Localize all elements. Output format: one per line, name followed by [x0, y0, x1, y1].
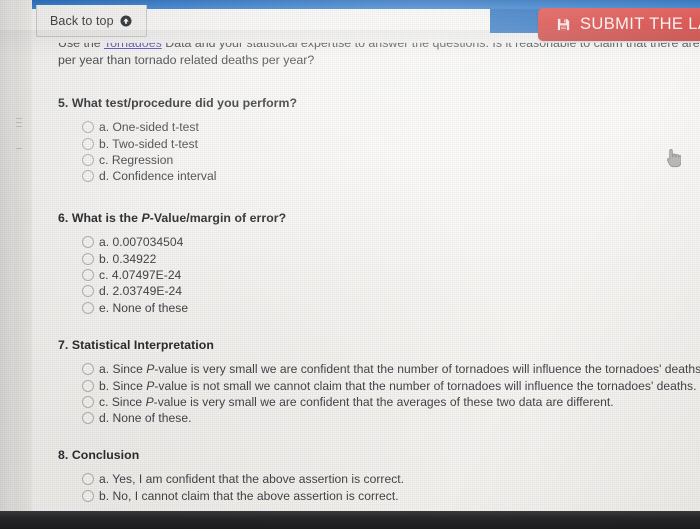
question-5: 5. What test/procedure did you perform? …	[58, 96, 297, 185]
radio-icon[interactable]	[82, 268, 94, 281]
radio-icon[interactable]	[82, 170, 94, 183]
option-label: a. Since P-value is very small we are co…	[99, 362, 700, 377]
pointing-hand-cursor	[665, 148, 682, 168]
option-row[interactable]: d. 2.03749E-24	[82, 283, 286, 299]
option-row[interactable]: b. 0.34922	[82, 250, 286, 266]
question-8-options: a. Yes, I am confident that the above as…	[58, 471, 404, 504]
radio-icon[interactable]	[82, 379, 94, 392]
sticky-action-bar: Back to top SUBMIT THE LAB	[32, 5, 700, 41]
radio-icon[interactable]	[82, 252, 94, 265]
radio-icon[interactable]	[82, 473, 94, 486]
option-label: b. No, I cannot claim that the above ass…	[99, 488, 399, 503]
question-6-title: 6. What is the P-Value/margin of error?	[58, 211, 287, 225]
radio-icon[interactable]	[82, 285, 94, 298]
option-label: c. Regression	[99, 152, 174, 167]
option-label: b. Two-sided t-test	[99, 136, 198, 151]
question-8: 8. Conclusion a. Yes, I am confident tha…	[58, 448, 404, 504]
back-to-top-button[interactable]: Back to top	[36, 5, 147, 37]
option-label: e. None of these	[99, 300, 189, 315]
radio-icon[interactable]	[82, 489, 94, 502]
option-row[interactable]: e. None of these	[82, 300, 286, 316]
option-label: d. None of these.	[99, 411, 192, 426]
floppy-save-icon	[556, 17, 571, 32]
left-edge-panel	[14, 0, 32, 511]
option-row[interactable]: b. No, I cannot claim that the above ass…	[82, 487, 404, 503]
option-label: b. 0.34922	[99, 251, 157, 266]
circle-up-arrow-icon	[120, 15, 132, 27]
option-row[interactable]: a. 0.007034504	[82, 234, 286, 250]
question-7-options: a. Since P-value is very small we are co…	[58, 361, 700, 427]
option-label: a. 0.007034504	[99, 235, 184, 250]
radio-icon[interactable]	[82, 412, 94, 425]
option-row[interactable]: c. Regression	[82, 152, 297, 168]
option-label: b. Since P-value is not small we cannot …	[99, 378, 697, 393]
option-label: d. 2.03749E-24	[99, 284, 182, 299]
question-7: 7. Statistical Interpretation a. Since P…	[58, 338, 700, 427]
option-row[interactable]: d. Confidence interval	[82, 168, 297, 184]
option-row[interactable]: a. Since P-value is very small we are co…	[82, 361, 700, 377]
option-row[interactable]: b. Two-sided t-test	[82, 135, 297, 151]
radio-icon[interactable]	[82, 301, 94, 314]
option-row[interactable]: d. None of these.	[82, 410, 700, 426]
option-row[interactable]: c. 4.07497E-24	[82, 267, 286, 283]
option-label: d. Confidence interval	[99, 169, 217, 184]
option-label: c. 4.07497E-24	[99, 267, 182, 282]
option-row[interactable]: b. Since P-value is not small we cannot …	[82, 377, 700, 393]
question-5-options: a. One-sided t-test b. Two-sided t-test …	[58, 119, 297, 185]
question-8-title: 8. Conclusion	[58, 448, 140, 462]
option-row[interactable]: a. Yes, I am confident that the above as…	[82, 471, 404, 487]
intro-line-2: per year than tornado related deaths per…	[58, 53, 315, 67]
radio-icon[interactable]	[82, 137, 94, 150]
radio-icon[interactable]	[82, 121, 94, 134]
question-7-title: 7. Statistical Interpretation	[58, 338, 214, 352]
radio-icon[interactable]	[82, 363, 94, 376]
option-label: a. Yes, I am confident that the above as…	[99, 472, 405, 487]
question-6-options: a. 0.007034504 b. 0.34922 c. 4.07497E-24…	[58, 234, 286, 316]
question-5-title: 5. What test/procedure did you perform?	[58, 96, 298, 110]
submit-the-lab-label: SUBMIT THE LAB	[580, 15, 700, 33]
screen-bottom-bezel	[0, 511, 700, 529]
screen-left-bezel	[0, 0, 14, 511]
radio-icon[interactable]	[82, 395, 94, 408]
back-to-top-label: Back to top	[50, 13, 114, 28]
option-row[interactable]: a. One-sided t-test	[82, 119, 297, 135]
option-row[interactable]: c. Since P-value is very small we are co…	[82, 394, 700, 410]
screenshot-root: Use the Tornadoes Data and your statisti…	[0, 0, 700, 529]
radio-icon[interactable]	[82, 236, 94, 249]
option-label: a. One-sided t-test	[99, 120, 199, 135]
question-6: 6. What is the P-Value/margin of error? …	[58, 211, 286, 316]
option-label: c. Since P-value is very small we are co…	[99, 394, 614, 409]
submit-the-lab-button[interactable]: SUBMIT THE LAB	[538, 8, 700, 41]
radio-icon[interactable]	[82, 153, 94, 166]
